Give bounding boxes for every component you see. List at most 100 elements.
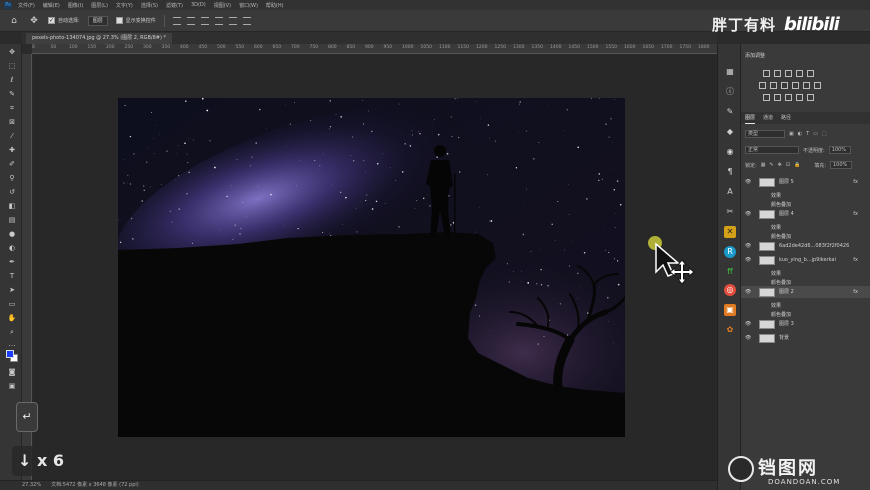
posterize-icon[interactable] [774,94,781,101]
lock-artboard-icon[interactable]: ⊡ [786,162,790,168]
invert-icon[interactable] [763,94,770,101]
history-panel-icon[interactable]: ▦ [724,66,736,78]
info-panel-icon[interactable]: ⓘ [724,86,736,98]
layer-row[interactable]: 👁 图层 5 fx [741,176,870,188]
align-bottom-icon[interactable] [200,16,209,25]
menu-filter[interactable]: 滤镜(T) [166,2,183,9]
filter-pixel-icon[interactable]: ▣ [789,131,794,137]
layer-fx-badge[interactable]: fx [853,254,858,266]
healing-brush-tool-icon[interactable]: ✚ [7,146,17,155]
layer-fx-badge[interactable]: fx [853,208,858,220]
visibility-eye-icon[interactable]: 👁 [745,254,751,266]
blur-tool-icon[interactable]: ● [7,230,17,239]
tab-channels[interactable]: 通道 [763,112,773,124]
black-white-icon[interactable] [781,82,788,89]
layer-fx-badge[interactable]: fx [853,286,858,298]
filter-type-icon[interactable]: T [806,131,809,137]
align-center-icon[interactable] [228,16,237,25]
exposure-icon[interactable] [796,70,803,77]
screen-mode-icon[interactable]: ▣ [7,382,17,391]
tab-paths[interactable]: 路径 [781,112,791,124]
rectangle-tool-icon[interactable]: ▭ [7,300,17,309]
clone-stamp-tool-icon[interactable]: ⚲ [7,174,17,183]
auto-select-checkbox[interactable]: ✓ 自动选择: [48,17,80,24]
lock-pixels-icon[interactable]: ▦ [761,162,766,168]
layer-row[interactable]: 👁 背景 [741,332,870,344]
move-tool-icon[interactable]: ✥ [7,48,17,57]
color-lookup-icon[interactable] [814,82,821,89]
lasso-tool-icon[interactable]: ℓ [7,76,17,85]
plugin-orange-icon[interactable]: ✕ [724,226,736,238]
layer-row[interactable]: 👁 图层 4 fx [741,208,870,220]
document-tab[interactable]: pexels-photo-134074.jpg @ 27.3% (图层 2, R… [26,33,172,44]
align-top-icon[interactable] [172,16,181,25]
hand-tool-icon[interactable]: ✋ [7,314,17,323]
tools-plugin-icon[interactable]: ✂ [724,206,736,218]
home-icon[interactable]: ⌂ [8,15,20,27]
tab-layers[interactable]: 图层 [745,112,756,124]
path-select-tool-icon[interactable]: ➤ [7,286,17,295]
threshold-icon[interactable] [785,94,792,101]
marquee-tool-icon[interactable]: ⬚ [7,62,17,71]
quick-mask-icon[interactable]: ◙ [7,368,17,377]
gradient-tool-icon[interactable]: ▤ [7,216,17,225]
layer-row[interactable]: 👁 6ad2de42d6...083f2f2f0426 [741,240,870,252]
plugin-fire-icon[interactable]: ✿ [724,324,736,336]
align-middle-icon[interactable] [186,16,195,25]
character-panel-icon[interactable]: A [724,186,736,198]
menu-layer[interactable]: 图层(L) [91,2,108,9]
menu-help[interactable]: 帮助(H) [266,2,284,9]
move-tool-icon[interactable]: ✥ [28,15,40,27]
layers-panel-icon[interactable]: ◆ [724,126,736,138]
lock-paint-icon[interactable]: ✎ [769,162,773,168]
menu-select[interactable]: 选择(S) [141,2,158,9]
filter-shape-icon[interactable]: ▭ [813,131,818,137]
align-left-icon[interactable] [214,16,223,25]
visibility-eye-icon[interactable]: 👁 [745,240,751,252]
history-brush-tool-icon[interactable]: ↺ [7,188,17,197]
channel-mixer-icon[interactable] [803,82,810,89]
gradient-map-icon[interactable] [796,94,803,101]
menu-edit[interactable]: 编辑(E) [43,2,60,9]
crop-tool-icon[interactable]: ⌗ [7,104,17,113]
layer-fx-badge[interactable]: fx [853,176,858,188]
brightness-icon[interactable] [763,70,770,77]
visibility-eye-icon[interactable]: 👁 [745,176,751,188]
levels-icon[interactable] [774,70,781,77]
layer-row[interactable]: 👁 图层 2 fx [741,286,870,298]
vibrance-icon[interactable] [807,70,814,77]
visibility-eye-icon[interactable]: 👁 [745,332,751,344]
visibility-eye-icon[interactable]: 👁 [745,286,751,298]
eraser-tool-icon[interactable]: ◧ [7,202,17,211]
zoom-level[interactable]: 27.32% [22,481,41,490]
plugin-orange-cube-icon[interactable]: ▣ [724,304,736,316]
menu-view[interactable]: 视图(V) [214,2,231,9]
layer-row[interactable]: 👁 图层 3 [741,318,870,330]
eyedropper-tool-icon[interactable]: ⁄ [7,132,17,141]
fill-input[interactable]: 100% [829,161,852,169]
type-tool-icon[interactable]: T [7,272,17,281]
lock-all-icon[interactable]: 🔒 [794,162,800,168]
layer-filter-type[interactable]: 类型 [745,130,785,138]
curves-icon[interactable] [785,70,792,77]
show-transform-checkbox[interactable]: 显示变换控件 [115,17,156,24]
blend-mode-select[interactable]: 正常 [745,146,799,154]
align-right-icon[interactable] [242,16,251,25]
plugin-ra-icon[interactable]: R [724,246,736,258]
visibility-eye-icon[interactable]: 👁 [745,318,751,330]
selective-color-icon[interactable] [807,94,814,101]
foreground-color-swatch[interactable] [6,350,14,358]
frame-tool-icon[interactable]: ⊠ [7,118,17,127]
plugin-green-icon[interactable]: ff [724,266,736,278]
menu-image[interactable]: 图像(I) [68,2,83,9]
hue-saturation-icon[interactable] [759,82,766,89]
quick-select-tool-icon[interactable]: ✎ [7,90,17,99]
plugin-color-wheel-icon[interactable]: ◎ [724,284,736,296]
menu-window[interactable]: 窗口(W) [239,2,258,9]
menu-file[interactable]: 文件(F) [18,2,35,9]
filter-adjust-icon[interactable]: ◐ [798,131,802,137]
paragraph-panel-icon[interactable]: ¶ [724,166,736,178]
layer-row[interactable]: 👁 kuo_ying_b...jp9ikerkai fx [741,254,870,266]
pen-tool-icon[interactable]: ✒ [7,258,17,267]
opacity-input[interactable]: 100% [828,146,851,154]
